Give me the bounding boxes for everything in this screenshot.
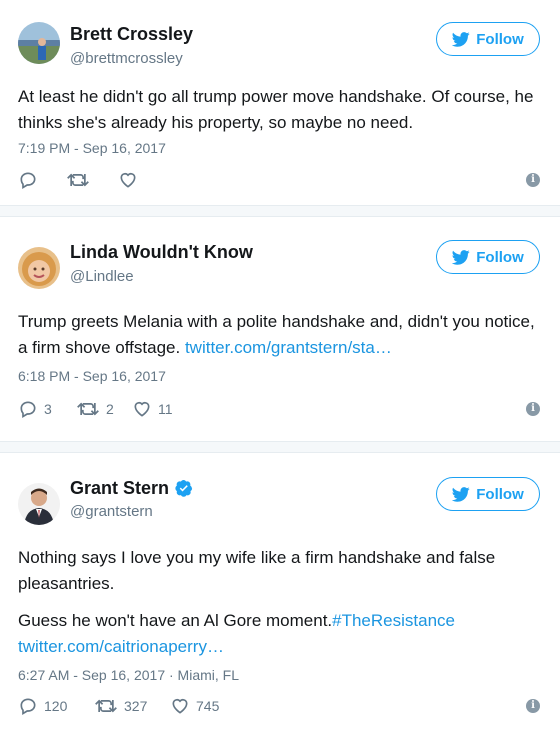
like-button[interactable]: 745: [170, 696, 219, 716]
tweet-timestamp[interactable]: 7:19 PM - Sep 16, 2017: [18, 140, 166, 156]
twitter-bird-icon: [452, 486, 470, 502]
twitter-bird-icon: [452, 31, 470, 47]
hashtag-link[interactable]: #TheResistance: [332, 611, 455, 630]
reply-count: 120: [44, 698, 68, 714]
tweet-text: Guess he won't have an Al Gore moment.: [18, 611, 333, 630]
display-name[interactable]: Brett Crossley: [70, 24, 193, 45]
like-count: 745: [196, 698, 220, 714]
display-name-row: Grant Stern: [70, 478, 193, 502]
user-handle[interactable]: @Lindlee: [70, 268, 134, 285]
avatar[interactable]: [18, 483, 60, 525]
tweet-location[interactable]: · Miami, FL: [165, 667, 239, 683]
display-name[interactable]: Linda Wouldn't Know: [70, 242, 253, 263]
follow-label: Follow: [476, 30, 524, 48]
user-handle[interactable]: @grantstern: [70, 503, 153, 520]
avatar[interactable]: [18, 22, 60, 64]
info-icon[interactable]: i: [526, 402, 540, 416]
tweet-actions: i: [18, 170, 540, 192]
follow-button[interactable]: Follow: [436, 22, 540, 56]
retweet-icon: [77, 402, 99, 416]
heart-icon: [172, 698, 188, 714]
tweet-card: Brett Crossley @brettmcrossley Follow At…: [0, 0, 560, 205]
follow-label: Follow: [476, 248, 524, 266]
retweet-icon: [67, 173, 89, 187]
tweet-card: Grant Stern @grantstern Follow Nothing s…: [0, 453, 560, 738]
info-icon[interactable]: i: [526, 699, 540, 713]
tweet-card: Linda Wouldn't Know @Lindlee Follow Trum…: [0, 217, 560, 441]
tweet-separator: [0, 441, 560, 453]
retweet-count: 327: [124, 698, 148, 714]
reply-count: 3: [44, 401, 52, 417]
follow-button[interactable]: Follow: [436, 240, 540, 274]
tweet-actions: 120 327 745 i: [18, 696, 540, 718]
retweet-icon: [95, 699, 117, 713]
like-count: 11: [158, 401, 173, 417]
tweet-link[interactable]: twitter.com/caitrionaperry…: [18, 637, 224, 656]
retweet-count: 2: [106, 401, 114, 417]
tweet-timestamp[interactable]: 6:18 PM - Sep 16, 2017: [18, 368, 166, 384]
like-button[interactable]: [118, 170, 138, 190]
display-name[interactable]: Grant Stern: [70, 478, 169, 498]
tweet-actions: 3 2 11 i: [18, 399, 540, 421]
tweet-meta: 6:27 AM - Sep 16, 2017 · Miami, FL: [18, 667, 239, 683]
user-handle[interactable]: @brettmcrossley: [70, 50, 183, 67]
avatar[interactable]: [18, 247, 60, 289]
tweet-timestamp[interactable]: 6:27 AM - Sep 16, 2017: [18, 667, 165, 683]
follow-button[interactable]: Follow: [436, 477, 540, 511]
reply-button[interactable]: [18, 170, 38, 190]
info-icon[interactable]: i: [526, 173, 540, 187]
heart-icon: [134, 401, 150, 417]
twitter-bird-icon: [452, 249, 470, 265]
like-button[interactable]: 11: [132, 399, 173, 419]
verified-badge-icon: [175, 479, 193, 502]
reply-icon: [20, 172, 36, 189]
retweet-button[interactable]: 327: [94, 696, 147, 716]
tweet-separator: [0, 205, 560, 217]
tweet-text-block: Trump greets Melania with a polite hands…: [18, 309, 540, 361]
tweet-text: At least he didn't go all trump power mo…: [18, 87, 534, 132]
reply-icon: [20, 698, 36, 715]
follow-label: Follow: [476, 485, 524, 503]
tweet-text-para-1: Nothing says I love you my wife like a f…: [18, 548, 496, 593]
retweet-button[interactable]: 2: [76, 399, 114, 419]
heart-icon: [120, 172, 136, 188]
retweet-button[interactable]: [66, 170, 90, 190]
reply-icon: [20, 401, 36, 418]
tweet-text-para-2: Guess he won't have an Al Gore moment.#T…: [18, 608, 540, 660]
reply-button[interactable]: 120: [18, 696, 67, 716]
tweet-link[interactable]: twitter.com/grantstern/sta…: [185, 338, 392, 357]
reply-button[interactable]: 3: [18, 399, 52, 419]
